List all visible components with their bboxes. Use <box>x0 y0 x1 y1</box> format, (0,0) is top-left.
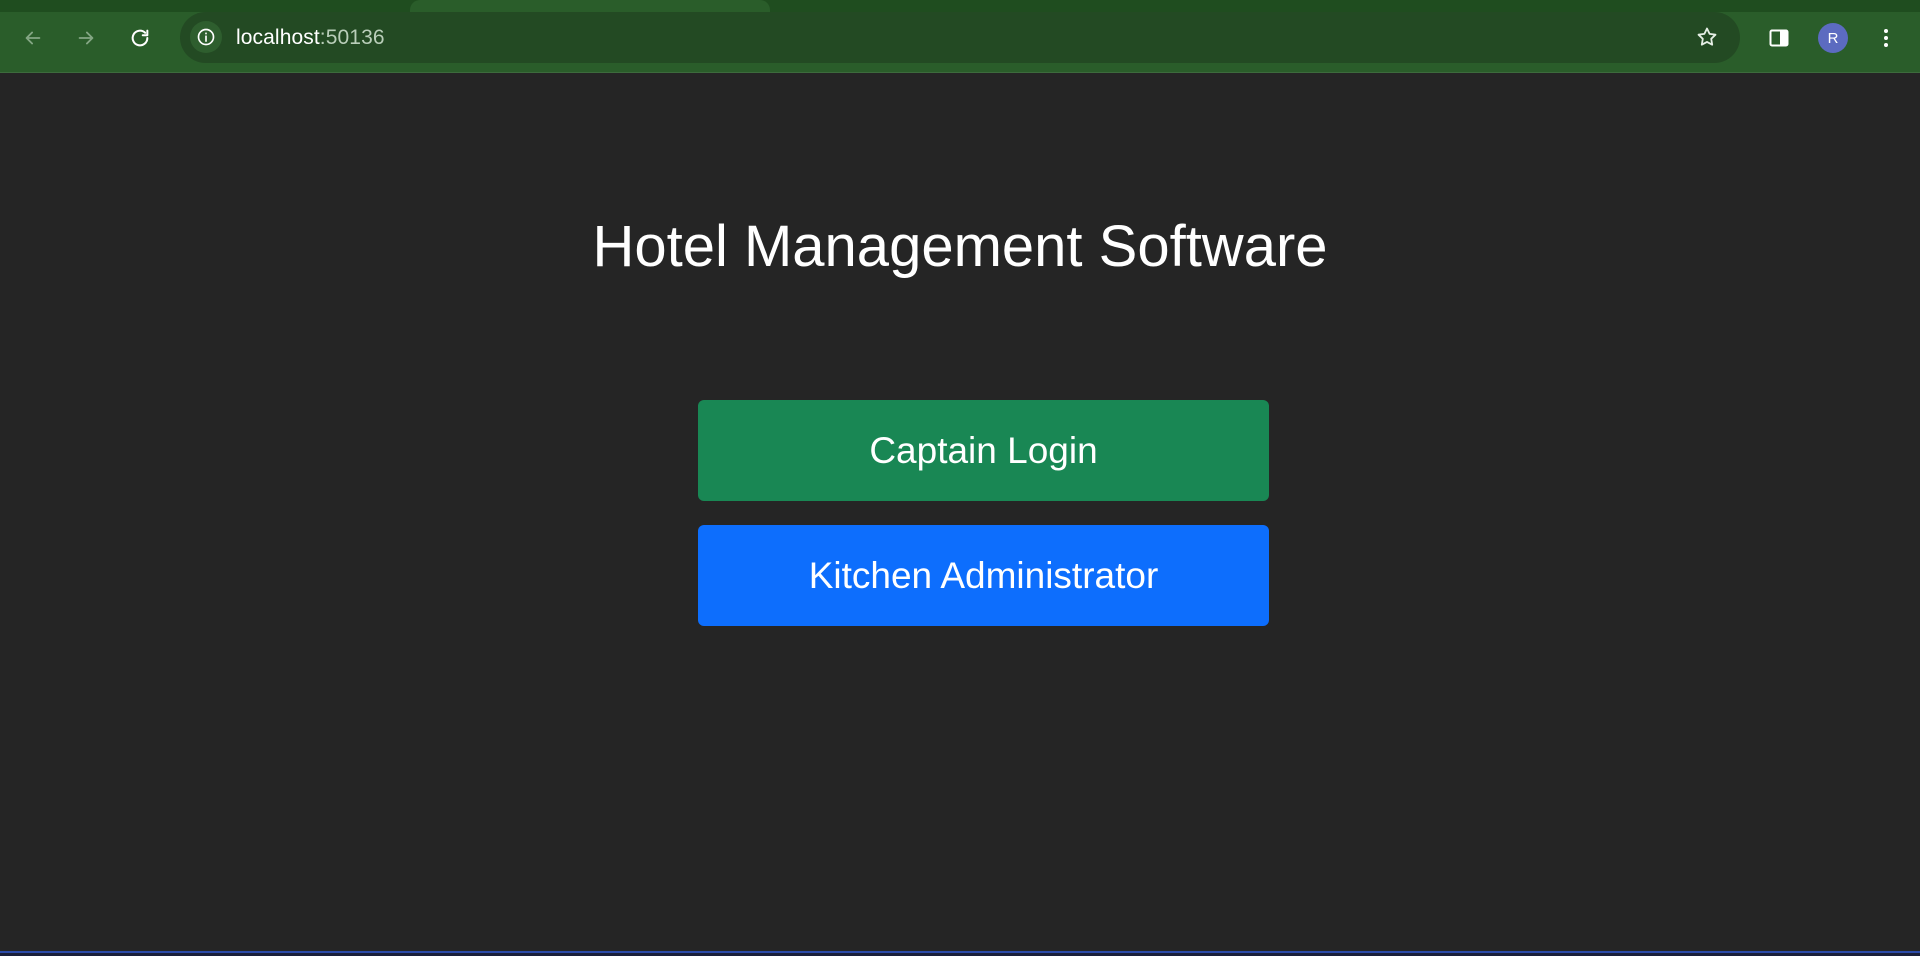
side-panel-button[interactable] <box>1761 20 1797 56</box>
captain-login-button[interactable]: Captain Login <box>698 400 1269 501</box>
kitchen-administrator-button[interactable]: Kitchen Administrator <box>698 525 1269 626</box>
avatar-initial: R <box>1827 29 1839 47</box>
kebab-menu-icon <box>1884 29 1888 47</box>
taskbar-accent-line <box>0 951 1920 953</box>
active-tab[interactable] <box>410 0 770 12</box>
captain-login-label: Captain Login <box>869 429 1098 471</box>
url-text[interactable]: localhost:50136 <box>236 26 385 50</box>
browser-toolbar: localhost:50136 R <box>0 0 1920 73</box>
url-host: localhost <box>236 26 320 49</box>
window-bottom-edge <box>0 951 1920 956</box>
tab-strip <box>0 0 1920 12</box>
side-panel-icon <box>1769 29 1789 47</box>
star-icon <box>1697 27 1717 46</box>
back-button[interactable] <box>15 20 51 56</box>
reload-icon <box>131 29 149 47</box>
address-bar[interactable]: localhost:50136 <box>180 12 1740 63</box>
kitchen-administrator-label: Kitchen Administrator <box>808 554 1159 596</box>
page-content: Hotel Management Software Captain Login … <box>0 73 1920 951</box>
site-info-button[interactable] <box>190 21 222 53</box>
arrow-right-icon <box>78 31 94 45</box>
reload-button[interactable] <box>122 20 158 56</box>
profile-avatar[interactable]: R <box>1818 23 1848 53</box>
url-port: :50136 <box>319 26 385 49</box>
info-icon <box>197 28 215 46</box>
page-title: Hotel Management Software <box>592 214 1328 279</box>
bookmark-button[interactable] <box>1694 24 1720 50</box>
arrow-left-icon <box>25 31 41 45</box>
forward-button[interactable] <box>68 20 104 56</box>
browser-menu-button[interactable] <box>1868 20 1904 56</box>
